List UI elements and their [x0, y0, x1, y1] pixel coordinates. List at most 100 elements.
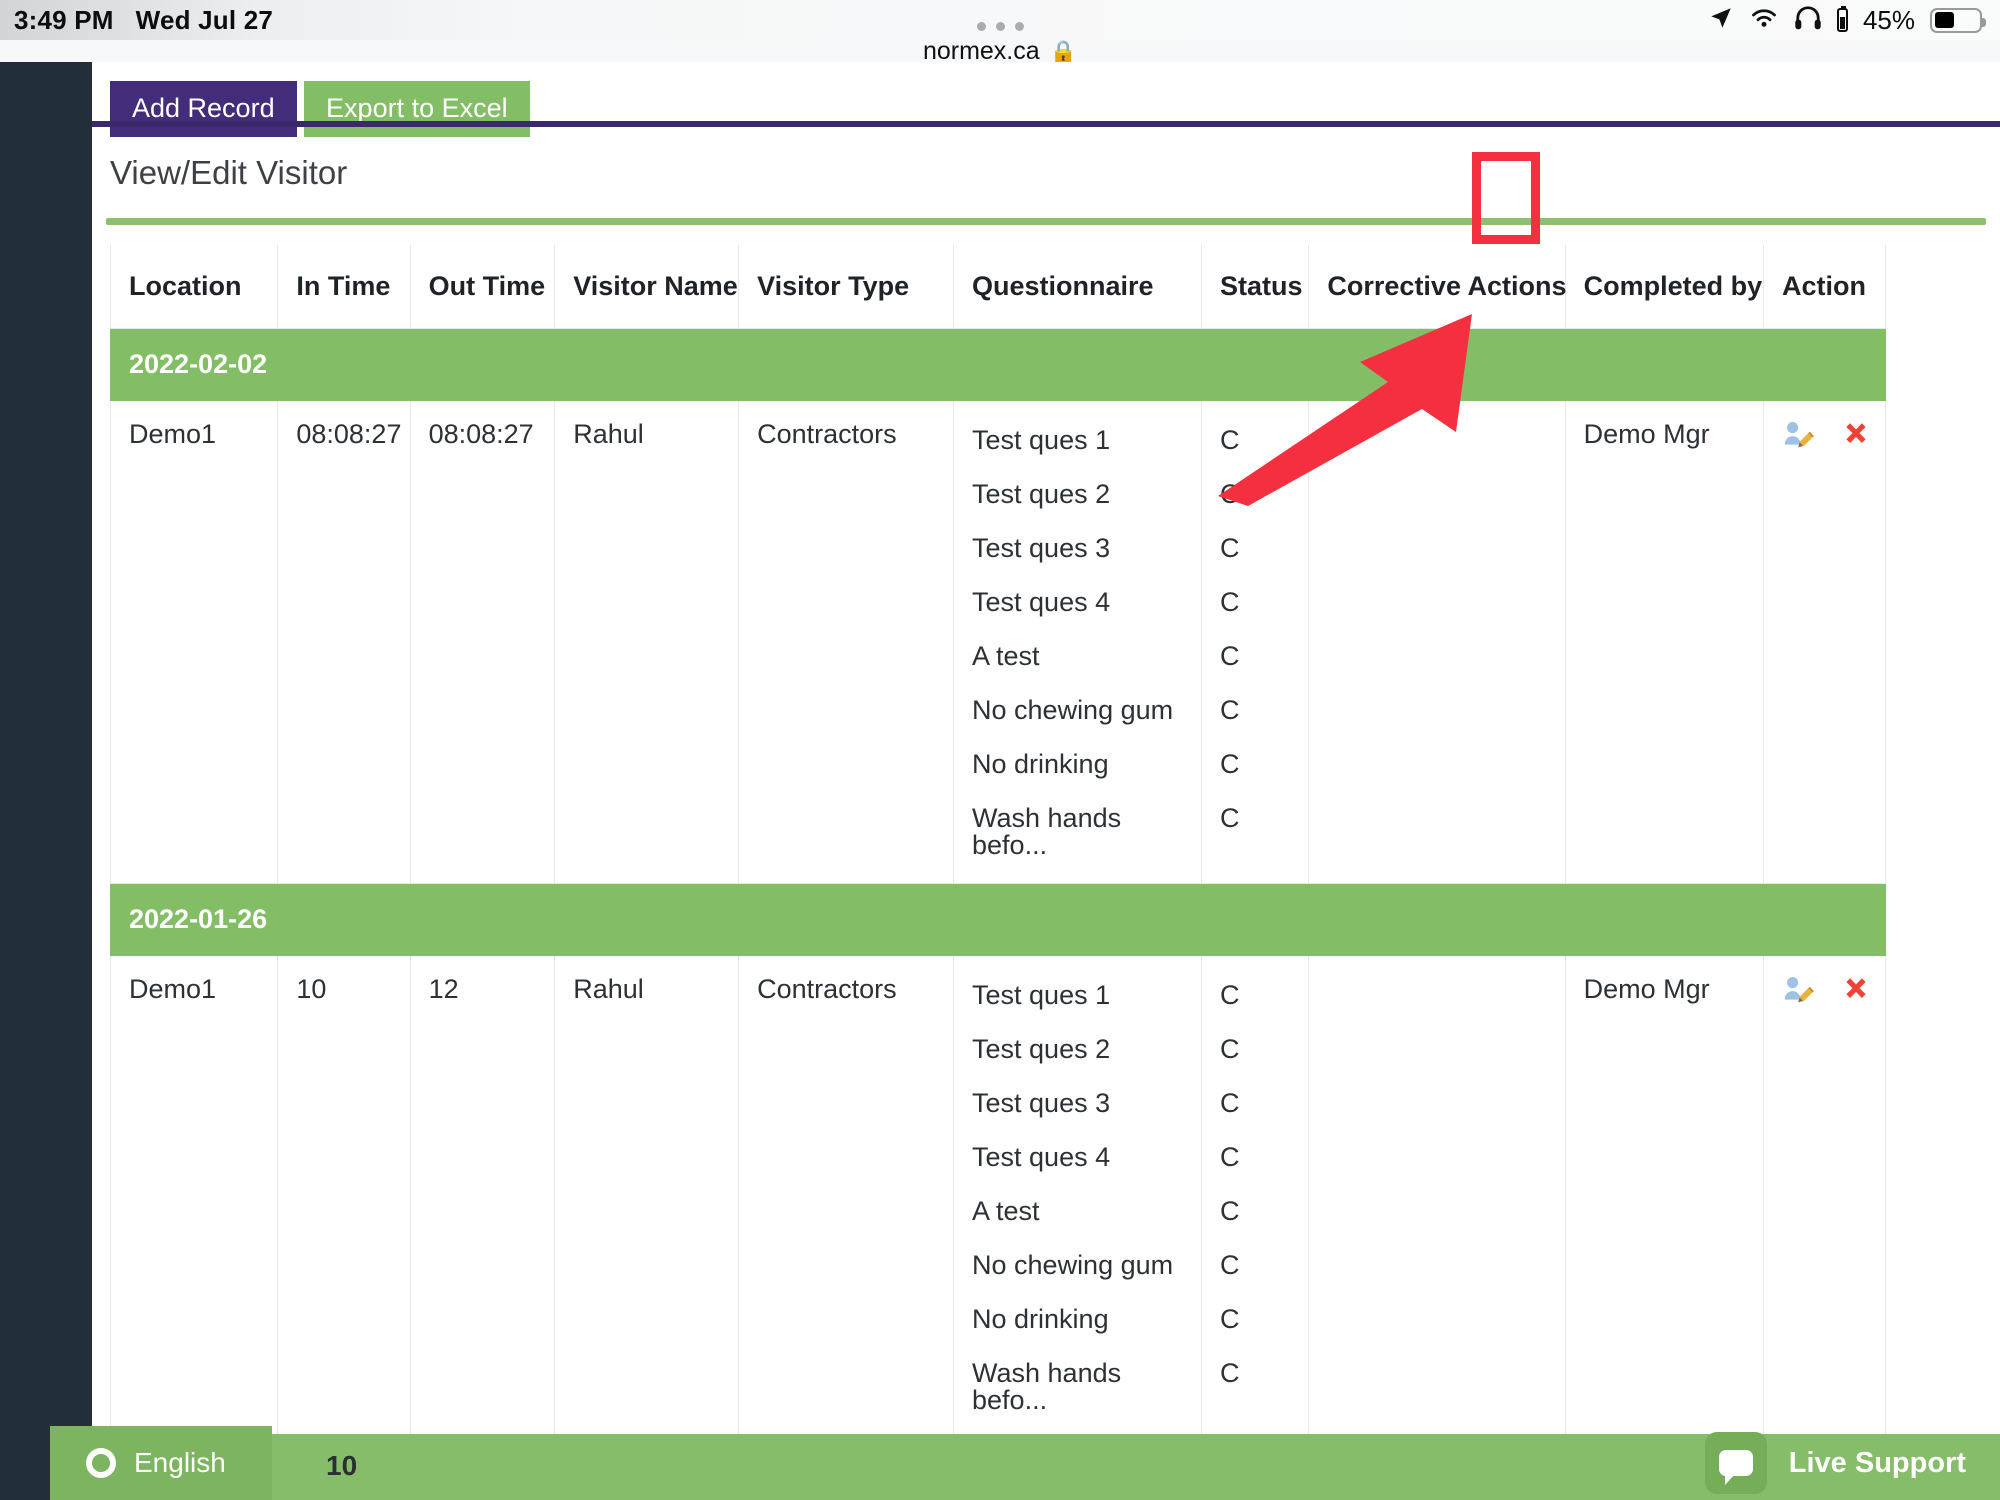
status-value: C — [1219, 479, 1240, 509]
column-header-in-time: In Time — [277, 245, 411, 329]
column-header-action: Action — [1762, 245, 1887, 329]
toolbar-underline — [92, 121, 2000, 127]
cell-corrective-actions — [1308, 400, 1566, 884]
status-value: C — [1219, 587, 1240, 617]
table-header: Location In Time Out Time Visitor Name V… — [109, 245, 1887, 329]
status-value: C — [1219, 1196, 1240, 1226]
cell-completed-by: Demo Mgr — [1564, 955, 1764, 1439]
status-bar-right: 45% — [1708, 0, 1986, 40]
headphones-icon — [1794, 5, 1822, 36]
column-header-status: Status — [1200, 245, 1310, 329]
cell-action — [1762, 955, 1887, 1439]
questionnaire-item: A test — [972, 641, 1040, 671]
cell-questionnaire: Test ques 1 Test ques 2 Test ques 3 Test… — [953, 955, 1202, 1439]
group-header-row: 2022-01-26 — [110, 883, 1886, 956]
export-to-excel-button[interactable]: Export to Excel — [304, 81, 530, 137]
live-support-label: Live Support — [1788, 1446, 1966, 1479]
questionnaire-item: No chewing gum — [972, 1250, 1174, 1280]
status-value: C — [1219, 695, 1240, 725]
edit-icon[interactable] — [1782, 974, 1816, 1013]
status-value: C — [1219, 803, 1240, 833]
cell-location: Demo1 — [109, 400, 279, 884]
column-header-visitor-name: Visitor Name — [554, 245, 740, 329]
cell-status: C C C C C C C C — [1200, 400, 1310, 884]
group-header-row: 2022-02-02 — [110, 328, 1886, 401]
status-value: C — [1219, 749, 1240, 779]
column-header-location: Location — [109, 245, 279, 329]
delete-icon[interactable] — [1840, 419, 1872, 458]
status-value: C — [1219, 425, 1240, 455]
cell-in-time: 08:08:27 — [277, 400, 411, 884]
questionnaire-item: Test ques 1 — [972, 980, 1111, 1010]
questionnaire-item: Test ques 2 — [972, 479, 1111, 509]
tab-overview-dots-icon[interactable] — [976, 22, 1024, 31]
table-body: 2022-02-02 Demo1 08:08:27 08:08:27 Rahul… — [109, 328, 1887, 1439]
live-support-button[interactable]: Live Support — [1704, 1426, 2000, 1500]
table-header-row: Location In Time Out Time Visitor Name V… — [109, 245, 1887, 329]
status-value: C — [1219, 1142, 1240, 1172]
visitor-table: Location In Time Out Time Visitor Name V… — [109, 245, 1887, 1439]
cell-visitor-type: Contractors — [738, 400, 955, 884]
ios-status-bar: 3:49 PM Wed Jul 27 45% — [0, 0, 2000, 40]
column-header-questionnaire: Questionnaire — [953, 245, 1202, 329]
cell-visitor-type: Contractors — [738, 955, 955, 1439]
wifi-icon — [1749, 6, 1779, 35]
page-content: Add Record Export to Excel View/Edit Vis… — [92, 62, 2000, 1500]
group-date-label: 2022-02-02 — [110, 328, 1886, 401]
cell-visitor-name: Rahul — [554, 955, 740, 1439]
group-date-label: 2022-01-26 — [110, 883, 1886, 956]
questionnaire-item: No drinking — [972, 1304, 1109, 1334]
delete-icon[interactable] — [1840, 974, 1872, 1013]
cell-status: C C C C C C C C — [1200, 955, 1310, 1439]
status-value: C — [1219, 1034, 1240, 1064]
status-value: C — [1219, 641, 1240, 671]
language-label: English — [134, 1447, 226, 1478]
status-bar-date: Wed Jul 27 — [135, 4, 274, 35]
cell-corrective-actions — [1308, 955, 1566, 1439]
status-bar-left: 3:49 PM Wed Jul 27 — [0, 5, 273, 36]
title-divider — [106, 218, 1986, 225]
table-row[interactable]: Demo1 08:08:27 08:08:27 Rahul Contractor… — [109, 400, 1887, 884]
status-value: C — [1219, 1358, 1240, 1388]
edit-icon[interactable] — [1782, 419, 1816, 458]
location-arrow-icon — [1708, 5, 1734, 36]
screen: 3:49 PM Wed Jul 27 45% normex.ca 🔒 Add R… — [0, 0, 2000, 1500]
chat-bubble-icon — [1704, 1432, 1767, 1494]
cell-questionnaire: Test ques 1 Test ques 2 Test ques 3 Test… — [953, 400, 1202, 884]
cell-out-time: 12 — [409, 955, 556, 1439]
status-value: C — [1219, 1250, 1240, 1280]
questionnaire-item: Test ques 3 — [972, 533, 1111, 563]
cell-out-time: 08:08:27 — [409, 400, 556, 884]
status-value: C — [1219, 533, 1240, 563]
language-selector[interactable]: English — [50, 1426, 272, 1500]
cell-in-time: 10 — [277, 955, 411, 1439]
questionnaire-item: Test ques 1 — [972, 425, 1111, 455]
column-header-visitor-type: Visitor Type — [738, 245, 955, 329]
questionnaire-item: No drinking — [972, 749, 1109, 779]
left-sidebar-rail — [0, 62, 92, 1500]
add-record-button[interactable]: Add Record — [110, 81, 297, 137]
battery-icon — [1930, 7, 1986, 33]
cell-location: Demo1 — [109, 955, 279, 1439]
headphone-battery-icon — [1836, 6, 1848, 32]
language-ring-icon — [86, 1448, 116, 1478]
lock-icon: 🔒 — [1049, 38, 1078, 64]
questionnaire-item: Wash hands befo... — [972, 803, 1122, 860]
status-bar-time: 3:49 PM — [14, 4, 114, 35]
column-header-out-time: Out Time — [409, 245, 556, 329]
table-row[interactable]: Demo1 10 12 Rahul Contractors Test ques … — [109, 955, 1887, 1439]
battery-percent: 45% — [1862, 4, 1915, 35]
questionnaire-item: A test — [972, 1196, 1040, 1226]
questionnaire-item: Test ques 4 — [972, 587, 1111, 617]
status-value: C — [1219, 1088, 1240, 1118]
cell-visitor-name: Rahul — [554, 400, 740, 884]
bottom-bar: 10 Live Support — [50, 1432, 2000, 1500]
questionnaire-item: Wash hands befo... — [972, 1358, 1122, 1415]
status-value: C — [1219, 1304, 1240, 1334]
questionnaire-item: No chewing gum — [972, 695, 1174, 725]
status-value: C — [1219, 980, 1240, 1010]
visitor-table-wrapper: Location In Time Out Time Visitor Name V… — [92, 225, 2000, 1439]
record-count-text: 10 — [326, 1450, 358, 1481]
column-header-completed-by: Completed by — [1564, 245, 1764, 329]
cell-completed-by: Demo Mgr — [1564, 400, 1764, 884]
